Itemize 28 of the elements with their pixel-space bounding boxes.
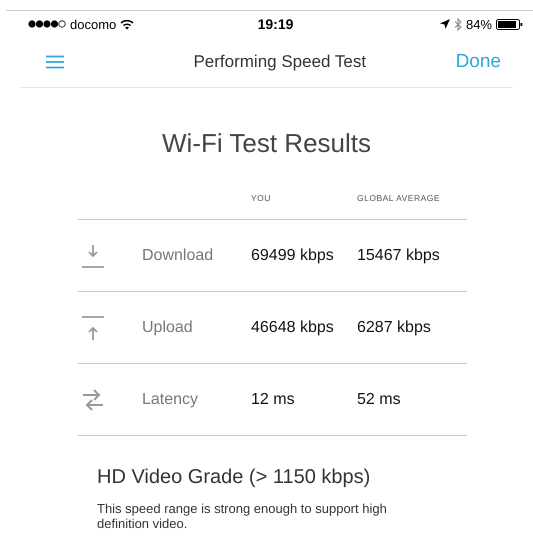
battery-icon	[496, 18, 523, 30]
metric-label: Download	[142, 246, 214, 264]
wifi-icon	[120, 18, 134, 30]
results-title: Wi-Fi Test Results	[161, 128, 372, 159]
bluetooth-icon	[454, 18, 462, 30]
table-cell-text: 6287 kbps	[357, 318, 432, 336]
menu-icon[interactable]	[46, 55, 64, 69]
done-button[interactable]: Done	[456, 51, 501, 73]
carrier-name: docomo	[70, 16, 116, 32]
grade-heading: HD Video Grade (> 1150 kbps)	[97, 466, 372, 489]
table-cell-text: 69499 kbps	[251, 246, 335, 264]
metric-label: Upload	[142, 318, 194, 336]
metric-label: Latency	[142, 390, 200, 408]
swap-arrows-icon	[81, 388, 105, 412]
download-icon	[81, 242, 105, 268]
grade-description: This speed range is strong enough to support high definition video.	[97, 501, 388, 531]
status-time: 19:19	[258, 16, 294, 32]
column-header: YOU	[251, 193, 272, 203]
table-cell-text: 12 ms	[251, 390, 296, 408]
nav-title: Performing Speed Test	[193, 52, 366, 72]
location-arrow-icon	[440, 19, 450, 29]
upload-icon	[81, 314, 105, 340]
column-header: GLOBAL AVERAGE	[357, 193, 442, 203]
table-cell-text: 15467 kbps	[357, 246, 441, 264]
signal-icon	[28, 20, 66, 28]
table-cell-text: 46648 kbps	[251, 318, 335, 336]
battery-percent: 84%	[466, 16, 492, 32]
table-cell-text: 52 ms	[357, 390, 402, 408]
